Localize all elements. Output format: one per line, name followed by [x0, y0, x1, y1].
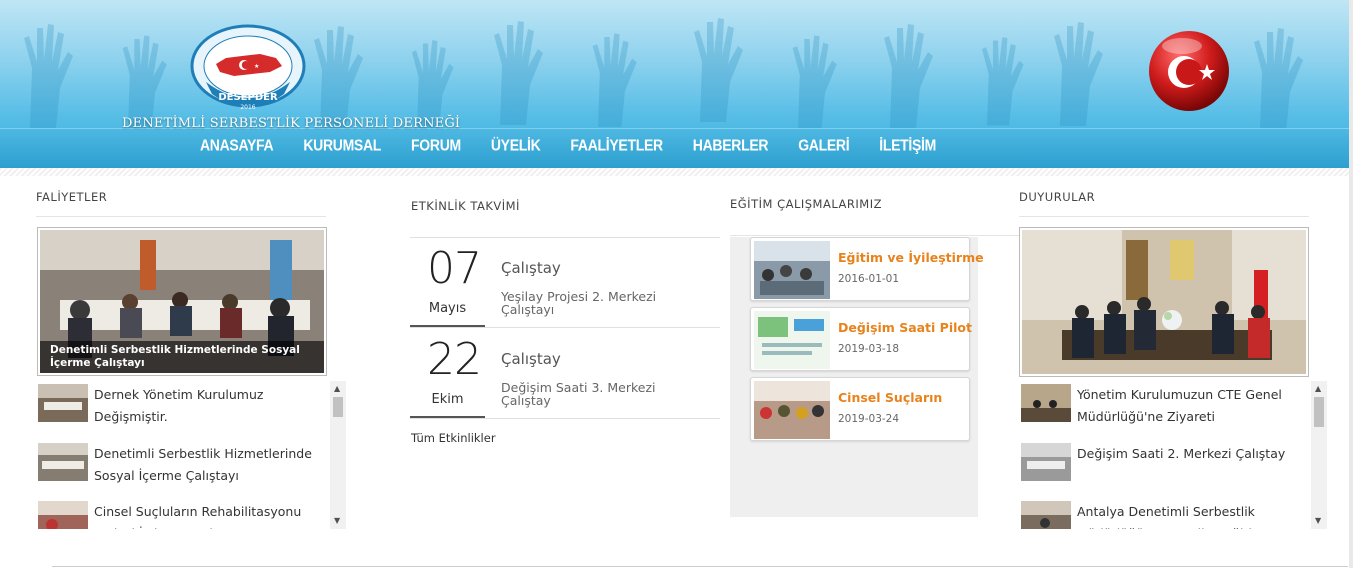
- nav-anasayfa[interactable]: ANASAYFA: [200, 136, 274, 154]
- duyurular-list[interactable]: Yönetim Kurulumuzun CTE Genel Müdürlüğü'…: [1021, 381, 1329, 529]
- duyurular-scrollbar[interactable]: ▲ ▼: [1311, 381, 1327, 529]
- training-title: Değişim Saati Pilot: [838, 320, 972, 335]
- desepder-logo[interactable]: ★ DESEPDER 2016: [186, 22, 310, 114]
- all-events-link[interactable]: Tüm Etkinlikler: [411, 431, 496, 445]
- nav-iletisim[interactable]: İLETİŞİM: [879, 136, 936, 154]
- event-desc: Yeşilay Projesi 2. Merkezi Çalıştayı: [501, 289, 657, 317]
- list-item[interactable]: Yönetim Kurulumuzun CTE Genel Müdürlüğü'…: [1021, 384, 1311, 428]
- item-text: Denetimli Serbestlik Hizmetlerinde Sosya…: [94, 446, 312, 483]
- logo-badge: DESEPDER: [218, 92, 278, 103]
- item-text: Yönetim Kurulumuzun CTE Genel Müdürlüğü'…: [1077, 387, 1282, 424]
- item-thumbnail: [1021, 501, 1071, 529]
- list-item[interactable]: Cinsel Suçluların Rehabilitasyonu Projes…: [38, 501, 328, 529]
- training-card[interactable]: Cinsel Suçların 2019-03-24: [750, 377, 970, 441]
- faaliyetler-title: FALİYETLER: [36, 190, 108, 204]
- main-nav: ANASAYFA KURUMSAL FORUM ÜYELİK FAALİYETL…: [200, 136, 966, 154]
- list-item[interactable]: Denetimli Serbestlik Hizmetlerinde Sosya…: [38, 443, 328, 487]
- training-thumbnail: [754, 241, 830, 299]
- item-thumbnail: [38, 443, 88, 481]
- faaliyetler-scrollbar[interactable]: ▲ ▼: [330, 381, 346, 529]
- scroll-up-icon[interactable]: ▲: [334, 385, 340, 393]
- footer-divider: [52, 566, 1348, 567]
- svg-text:★: ★: [254, 63, 259, 70]
- item-text: Değişim Saati 2. Merkezi Çalıştay: [1077, 446, 1286, 461]
- turkish-flag-icon: [1149, 31, 1229, 111]
- scroll-thumb[interactable]: [1314, 397, 1324, 427]
- scroll-down-icon[interactable]: ▼: [1315, 517, 1321, 525]
- event-item[interactable]: 22 Ekim Çalıştay Değişim Saati 3. Merkez…: [410, 328, 720, 419]
- egitim-title-divider: [730, 235, 1020, 236]
- event-day: 07: [427, 243, 482, 294]
- training-date: 2016-01-01: [838, 273, 900, 285]
- training-date: 2019-03-18: [838, 343, 900, 355]
- duyurular-title-divider: [1019, 216, 1309, 217]
- scroll-down-icon[interactable]: ▼: [334, 517, 340, 525]
- event-type: Çalıştay: [501, 259, 561, 277]
- event-day: 22: [427, 334, 482, 385]
- list-item[interactable]: Dernek Yönetim Kurulumuz Değişmiştir.: [38, 384, 328, 428]
- item-thumbnail: [38, 384, 88, 422]
- nav-forum[interactable]: FORUM: [411, 136, 461, 154]
- nav-galeri[interactable]: GALERİ: [798, 136, 849, 154]
- site-name: DENETİMLİ SERBESTLİK PERSONELİ DERNEĞİ: [122, 116, 461, 131]
- page-edge: [1349, 0, 1353, 568]
- list-item[interactable]: Antalya Denetimli Serbestlik Müdürlüğü P…: [1021, 501, 1311, 529]
- duyurular-featured-photo[interactable]: [1019, 227, 1309, 377]
- training-date: 2019-03-24: [838, 413, 900, 425]
- faaliyetler-featured-photo[interactable]: Denetimli Serbestlik Hizmetlerinde Sosya…: [37, 227, 327, 376]
- event-month: Mayıs: [428, 301, 467, 316]
- nav-faaliyetler[interactable]: FAALİYETLER: [570, 136, 663, 154]
- training-thumbnail: [754, 311, 830, 369]
- header-stripe-divider: [0, 168, 1349, 176]
- scroll-up-icon[interactable]: ▲: [1315, 385, 1321, 393]
- list-item[interactable]: Değişim Saati 2. Merkezi Çalıştay: [1021, 443, 1311, 481]
- event-divider: [410, 418, 720, 419]
- training-title: Eğitim ve İyileştirme: [838, 250, 984, 265]
- egitim-title: EĞİTİM ÇALIŞMALARIMIZ: [730, 197, 882, 211]
- event-desc: Değişim Saati 3. Merkezi Çalıştay: [501, 380, 656, 408]
- item-thumbnail: [1021, 443, 1071, 481]
- item-text: Antalya Denetimli Serbestlik Müdürlüğü P…: [1077, 504, 1264, 529]
- training-card[interactable]: Eğitim ve İyileştirme 2016-01-01: [750, 237, 984, 301]
- faaliyetler-list[interactable]: Dernek Yönetim Kurulumuz Değişmiştir. De…: [38, 381, 346, 529]
- nav-kurumsal[interactable]: KURUMSAL: [303, 136, 381, 154]
- item-thumbnail: [1021, 384, 1071, 422]
- item-thumbnail: [38, 501, 88, 529]
- faaliyetler-title-divider: [36, 216, 326, 217]
- official-visit-image: [1022, 230, 1306, 374]
- training-title: Cinsel Suçların: [838, 390, 943, 405]
- nav-haberler[interactable]: HABERLER: [693, 136, 769, 154]
- item-text: Cinsel Suçluların Rehabilitasyonu Projes…: [94, 504, 302, 529]
- item-text: Dernek Yönetim Kurulumuz Değişmiştir.: [94, 387, 264, 424]
- scroll-thumb[interactable]: [333, 397, 343, 417]
- training-thumbnail: [754, 381, 830, 439]
- nav-uyelik[interactable]: ÜYELİK: [491, 136, 541, 154]
- logo-year: 2016: [240, 104, 255, 111]
- event-item[interactable]: 07 Mayıs Çalıştay Yeşilay Projesi 2. Mer…: [410, 237, 720, 328]
- event-type: Çalıştay: [501, 350, 561, 368]
- event-month: Ekim: [431, 392, 464, 407]
- etkinlik-title: ETKİNLİK TAKVİMİ: [411, 199, 520, 213]
- featured-caption: Denetimli Serbestlik Hizmetlerinde Sosya…: [40, 341, 324, 373]
- duyurular-title: DUYURULAR: [1019, 190, 1096, 204]
- training-card[interactable]: Değişim Saati Pilot 2019-03-18: [750, 307, 972, 371]
